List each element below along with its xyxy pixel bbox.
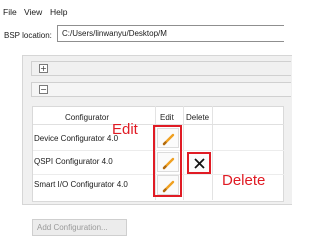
pencil-icon [162, 180, 175, 193]
menu-bar: File View Help [0, 0, 284, 22]
row-label-qspi-configurator[interactable]: QSPI Configurator 4.0 [34, 157, 113, 166]
menu-file[interactable]: File [3, 7, 17, 17]
menu-help[interactable]: Help [50, 7, 67, 17]
edit-button-device-configurator[interactable] [157, 128, 179, 148]
delete-button-qspi-configurator[interactable] [187, 152, 211, 174]
column-divider [183, 106, 184, 200]
row-label-device-configurator[interactable]: Device Configurator 4.0 [34, 134, 118, 143]
x-icon [194, 158, 205, 169]
add-configuration-button[interactable]: Add Configuration... [32, 219, 127, 236]
header-configurator[interactable]: Configurator [65, 113, 109, 122]
header-edit[interactable]: Edit [160, 113, 174, 122]
row-label-smart-io-configurator[interactable]: Smart I/O Configurator 4.0 [34, 180, 128, 189]
edit-annotation: Edit [112, 121, 138, 138]
bsp-location-label: BSP location: [4, 31, 52, 40]
pencil-icon [162, 157, 175, 170]
delete-annotation: Delete [222, 172, 266, 189]
edit-button-smart-io-configurator[interactable] [157, 175, 179, 195]
column-divider [212, 106, 213, 200]
edit-button-qspi-configurator[interactable] [157, 152, 179, 172]
collapse-icon[interactable]: − [39, 85, 48, 94]
bsp-location-field[interactable]: C:/Users/linwanyu/Desktop/M [57, 25, 284, 42]
header-delete[interactable]: Delete [186, 113, 209, 122]
collapsed-section[interactable]: + [31, 61, 291, 76]
expand-icon[interactable]: + [39, 64, 48, 73]
pencil-icon [162, 133, 175, 146]
expanded-section[interactable]: − [31, 82, 291, 97]
menu-view[interactable]: View [24, 7, 42, 17]
